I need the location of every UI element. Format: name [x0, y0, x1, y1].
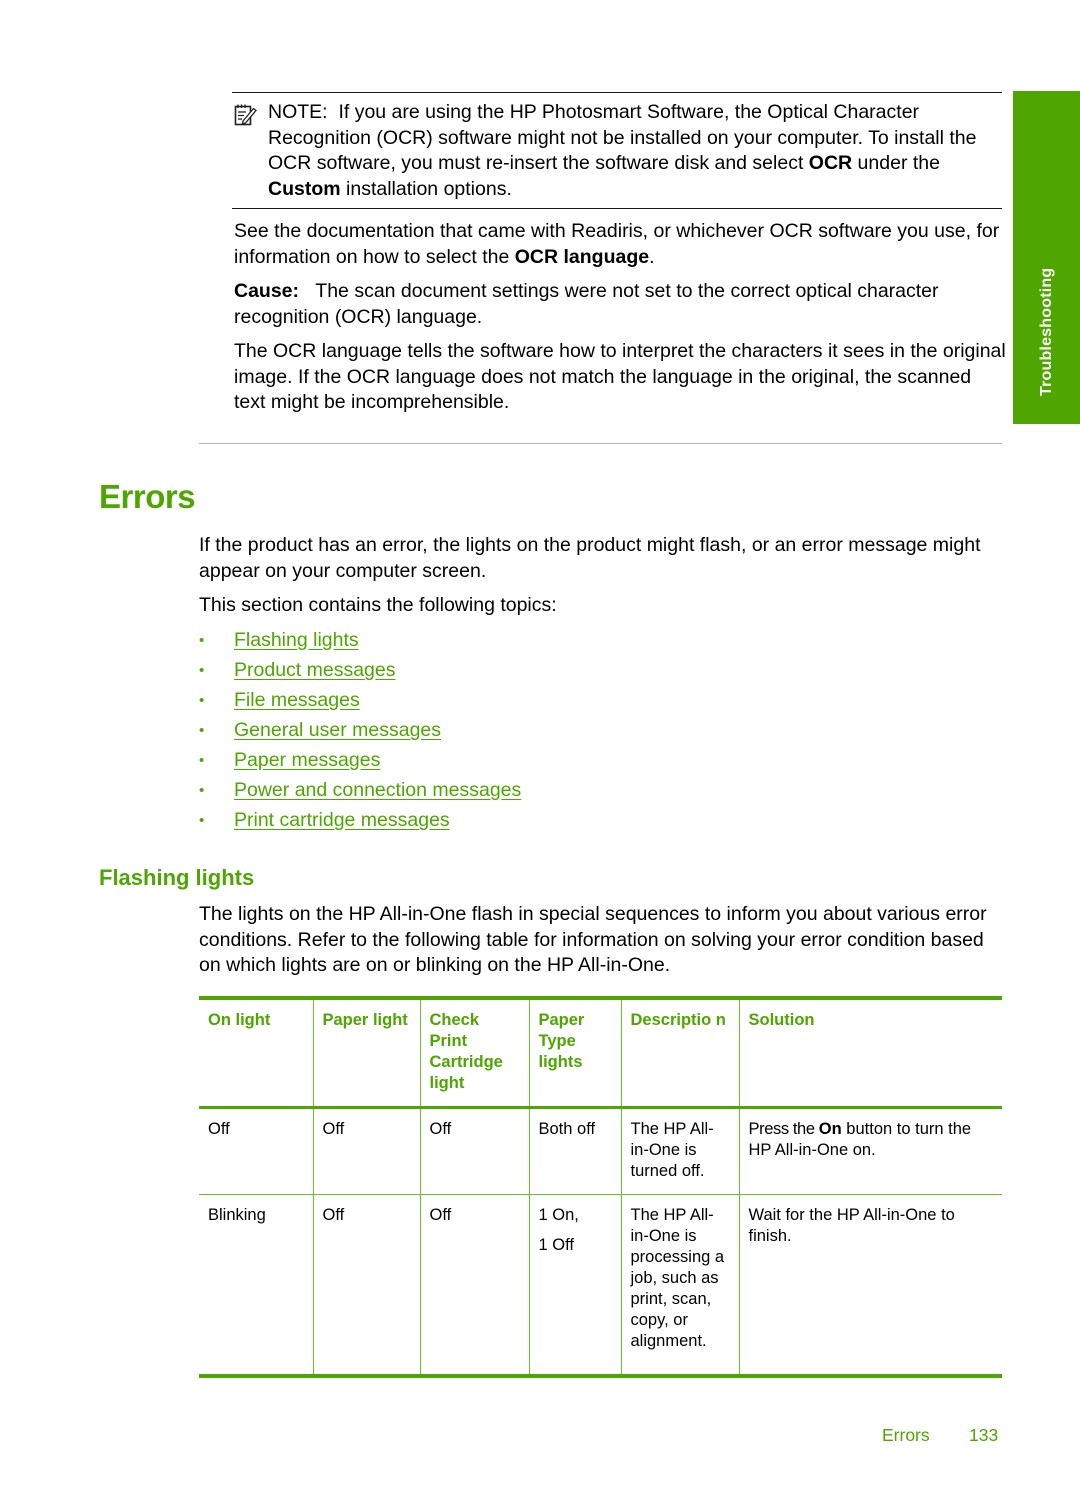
- cell-solution: Wait for the HP All-in-One to finish.: [738, 1194, 1002, 1376]
- errors-heading: Errors: [99, 478, 196, 515]
- ocr-language-bold: OCR language: [514, 245, 650, 268]
- cause-label: Cause:: [234, 280, 300, 302]
- topic-link-product-messages[interactable]: Product messages: [234, 658, 396, 683]
- topic-link-power-connection-messages[interactable]: Power and connection messages: [234, 778, 521, 803]
- bullet-icon: •: [199, 632, 205, 649]
- chapter-tab-label-wrap: Troubleshooting: [1013, 91, 1080, 424]
- footer-section-name: Errors: [882, 1425, 930, 1445]
- flashing-lights-table: On light Paper light Check Print Cartrid…: [199, 996, 1002, 1378]
- topic-link-flashing-lights[interactable]: Flashing lights: [234, 628, 359, 653]
- solution-text: Press the: [748, 1120, 819, 1138]
- note-label: NOTE:: [268, 101, 328, 123]
- header-paper-light: Paper light: [312, 998, 421, 1108]
- footer-page-number: 133: [969, 1425, 999, 1445]
- ocr-explanation-paragraph: The OCR language tells the software how …: [234, 340, 1006, 413]
- header-on-light: On light: [199, 998, 314, 1108]
- note-bold-ocr: OCR: [808, 152, 853, 174]
- topics-intro: This section contains the following topi…: [199, 594, 557, 616]
- header-check-print-cartridge-light: Check Print Cartridge light: [419, 998, 530, 1108]
- cell-description: The HP All-in-One is turned off.: [620, 1107, 740, 1195]
- solution-text: Wait for the HP All-in-One to finish.: [748, 1206, 955, 1245]
- cell-paper-light: Off: [312, 1194, 421, 1376]
- table-row: Blinking Off Off 1 On, 1 Off The HP All-…: [199, 1194, 1002, 1376]
- bullet-icon: •: [199, 752, 205, 769]
- cell-paper-light: Off: [312, 1107, 421, 1195]
- header-paper-type-lights: Paper Type lights: [528, 998, 622, 1108]
- solution-bold-on: On: [818, 1120, 842, 1138]
- topic-link-print-cartridge-messages[interactable]: Print cartridge messages: [234, 808, 450, 833]
- note-pencil-icon: [233, 103, 257, 127]
- table-header-row: On light Paper light Check Print Cartrid…: [199, 998, 1002, 1108]
- cell-paper-type-lights: 1 On, 1 Off: [528, 1194, 622, 1376]
- cell-on-light: Off: [199, 1107, 314, 1195]
- header-solution: Solution: [738, 998, 1002, 1108]
- topic-link-general-user-messages[interactable]: General user messages: [234, 718, 441, 743]
- cell-paper-type-lights: Both off: [528, 1107, 622, 1195]
- ocr-documentation-paragraph: See the documentation that came with Rea…: [234, 219, 1006, 270]
- cause-text: The scan document settings were not set …: [234, 280, 939, 328]
- bullet-icon: •: [199, 722, 205, 739]
- section-divider: [199, 443, 1002, 444]
- header-description: Descriptio n: [620, 998, 740, 1108]
- note-body-2: under the: [852, 152, 940, 174]
- note-bottom-rule: [232, 208, 1002, 209]
- flashing-lights-intro: The lights on the HP All-in-One flash in…: [199, 903, 987, 976]
- cell-check-print-cartridge-light: Off: [419, 1107, 530, 1195]
- note-body-3: installation options.: [340, 177, 512, 200]
- bullet-icon: •: [199, 662, 205, 679]
- errors-intro: If the product has an error, the lights …: [199, 534, 981, 582]
- cell-on-light: Blinking: [199, 1194, 314, 1376]
- bullet-icon: •: [199, 782, 205, 799]
- cell-description: The HP All-in-One is processing a job, s…: [620, 1194, 740, 1376]
- cell-solution: Press the On button to turn the HP All-i…: [738, 1107, 1002, 1195]
- cell-check-print-cartridge-light: Off: [419, 1194, 530, 1376]
- chapter-tab: Troubleshooting: [1013, 91, 1080, 424]
- paper-type-line: 1 On,: [538, 1206, 579, 1224]
- table-row: Off Off Off Both off The HP All-in-One i…: [199, 1107, 1002, 1195]
- ocr-paragraph-end: .: [649, 245, 655, 268]
- note-top-rule: [232, 92, 1002, 93]
- topic-link-file-messages[interactable]: File messages: [234, 688, 360, 713]
- chapter-tab-label: Troubleshooting: [1038, 267, 1055, 396]
- bullet-icon: •: [199, 692, 205, 709]
- flashing-lights-heading: Flashing lights: [99, 865, 255, 890]
- note-bold-custom: Custom: [268, 177, 341, 200]
- cause-paragraph: Cause: The scan document settings were n…: [234, 279, 1006, 330]
- note-text: NOTE: If you are using the HP Photosmart…: [268, 100, 1008, 202]
- paper-type-line: Both off: [538, 1120, 596, 1138]
- topic-link-paper-messages[interactable]: Paper messages: [234, 748, 380, 773]
- paper-type-line: 1 Off: [538, 1236, 574, 1254]
- bullet-icon: •: [199, 812, 205, 829]
